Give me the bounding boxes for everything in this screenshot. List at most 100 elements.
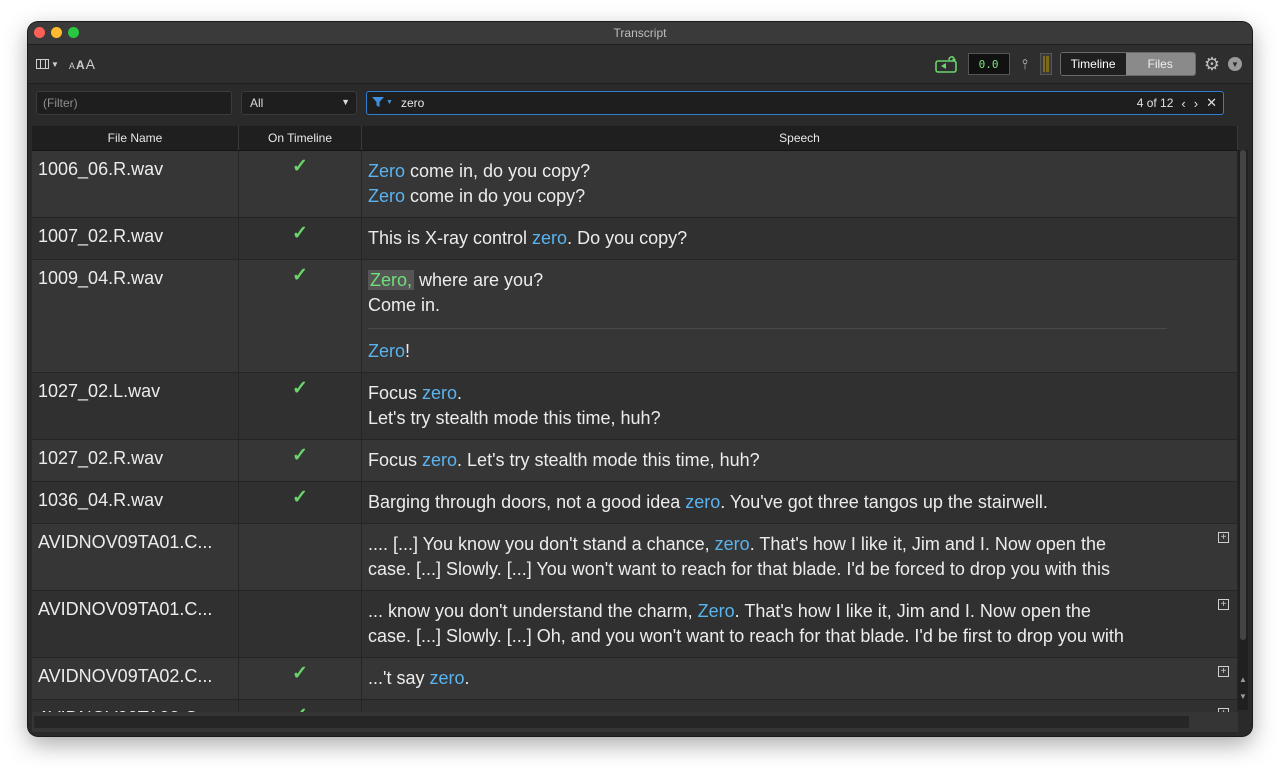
filter-bar: (Filter) All ▼ ▼ zero 4 of 12 ‹ › ✕	[28, 84, 1252, 124]
speech-text: . That's how I like it, Jim and I. Now o…	[749, 534, 1106, 554]
speech-cell[interactable]: .... [...] You know you don't stand a ch…	[362, 524, 1238, 590]
segment-divider	[368, 328, 1167, 329]
file-name-cell[interactable]: 1027_02.L.wav	[32, 373, 239, 439]
table-row[interactable]: 1009_04.R.wav ✓ Zero, where are you? Come i…	[32, 260, 1238, 373]
meter-icon	[1039, 53, 1052, 75]
level-readout[interactable]: 0.0	[967, 53, 1010, 75]
menu-icon[interactable]: ▼	[1228, 57, 1242, 71]
speech-text: !	[405, 341, 411, 361]
clear-search-icon[interactable]: ✕	[1206, 95, 1217, 111]
checkmark-icon: ✓	[292, 445, 308, 466]
expand-icon[interactable]: +	[1218, 666, 1229, 677]
file-name-cell[interactable]: 1036_04.R.wav	[32, 482, 239, 523]
speech-cell[interactable]: ... know you don't understand the charm,…	[362, 591, 1238, 657]
search-filter-menu[interactable]: ▼	[371, 95, 393, 109]
speech-text: come in do you copy?	[405, 186, 586, 206]
speech-cell[interactable]: Zero come in, do you copy? Zero come in d…	[362, 151, 1238, 217]
on-timeline-cell: ✓	[239, 440, 362, 481]
file-name-cell[interactable]: AVIDNOV09TA01.C...	[32, 591, 239, 657]
speech-text: .	[457, 383, 463, 403]
speech-line: Let's try stealth mode this time, huh?	[368, 406, 1177, 431]
scroll-up-icon[interactable]: ▲	[1238, 675, 1248, 689]
minimize-button[interactable]	[51, 27, 62, 38]
file-name-cell[interactable]: 1009_04.R.wav	[32, 260, 239, 372]
table-row[interactable]: 1027_02.L.wav ✓ Focus zero. Let's try steal…	[32, 373, 1238, 440]
speech-cell[interactable]: ... know you don't stand a chance, zero.…	[362, 700, 1238, 712]
search-input[interactable]: zero	[401, 96, 424, 110]
speech-text: Let's try stealth mode this time, huh?	[368, 408, 661, 428]
file-name-cell[interactable]: 1007_02.R.wav	[32, 218, 239, 259]
table-row[interactable]: 1027_02.R.wav ✓ Focus zero. Let's try stea…	[32, 440, 1238, 482]
search-match: Zero	[368, 186, 406, 206]
speech-line: Barging through doors, not a good idea z…	[368, 490, 1177, 515]
speech-text: ... know you don't understand the charm,	[368, 601, 698, 621]
speech-cell[interactable]: ...'t say zero. +	[362, 658, 1238, 699]
speech-text: where are you?	[414, 270, 544, 290]
speech-line: Come in.	[368, 293, 1177, 318]
next-match-icon[interactable]: ›	[1194, 96, 1198, 111]
speech-cell[interactable]: This is X-ray control zero. Do you copy?	[362, 218, 1238, 259]
file-name-cell[interactable]: AVIDNOV09TA02.C...	[32, 658, 239, 699]
expand-icon[interactable]: +	[1218, 599, 1229, 610]
text-size-control[interactable]: A A A	[69, 56, 95, 72]
speech-cell[interactable]: Focus zero. Let's try stealth mode this t…	[362, 373, 1238, 439]
close-button[interactable]	[34, 27, 45, 38]
columns-menu-button[interactable]: ▼	[36, 59, 59, 69]
scope-select[interactable]: All ▼	[241, 91, 357, 115]
timeline-tab[interactable]: Timeline	[1060, 53, 1126, 75]
speech-cell[interactable]: Zero, where are you? Come in. Zero!	[362, 260, 1238, 372]
window-title: Transcript	[613, 26, 667, 40]
speech-line: This is X-ray control zero. Do you copy?	[368, 226, 1177, 251]
table-row[interactable]: 1036_04.R.wav ✓ Barging through doors, not…	[32, 482, 1238, 524]
previous-match-icon[interactable]: ‹	[1181, 96, 1185, 111]
on-timeline-cell	[239, 591, 362, 657]
column-header-speech[interactable]: Speech	[362, 126, 1238, 150]
filter-input[interactable]: (Filter)	[36, 91, 232, 115]
vertical-scrollbar[interactable]: ▲ ▼	[1238, 150, 1248, 710]
on-timeline-cell: ✓	[239, 218, 362, 259]
search-match: Zero	[368, 161, 406, 181]
current-search-match: Zero,	[368, 270, 415, 290]
table-row[interactable]: AVIDNOV09TA01.C... .... [...] You know yo…	[32, 524, 1238, 591]
file-name-cell[interactable]: AVIDNOV09TA01.C...	[32, 524, 239, 590]
scope-select-value: All	[250, 96, 264, 110]
speech-cell[interactable]: Focus zero. Let's try stealth mode this …	[362, 440, 1238, 481]
fork-icon[interactable]: ⫯	[1018, 53, 1032, 75]
vertical-scroll-thumb[interactable]	[1240, 150, 1246, 640]
table-row[interactable]: AVIDNOV09TA02.C... ✓ ...'t say zero. +	[32, 658, 1238, 700]
speech-line: .... [...] You know you don't stand a ch…	[368, 532, 1177, 557]
transcript-window: Transcript ▼ A A A 0.0 ⫯ Timeline Files …	[28, 22, 1252, 736]
text-size-small[interactable]: A	[69, 61, 75, 71]
send-to-timeline-button[interactable]	[934, 53, 960, 75]
send-to-timeline-icon	[934, 56, 957, 73]
file-name-cell[interactable]: 1006_06.R.wav	[32, 151, 239, 217]
scroll-down-icon[interactable]: ▼	[1238, 692, 1248, 706]
gear-icon[interactable]: ⚙	[1204, 54, 1220, 75]
speech-cell[interactable]: Barging through doors, not a good idea z…	[362, 482, 1238, 523]
chevron-down-icon: ▼	[51, 59, 59, 69]
speech-line: Focus zero. Let's try stealth mode this …	[368, 448, 1177, 473]
horizontal-scrollbar[interactable]	[32, 712, 1238, 732]
transcript-table: File Name On Timeline Speech 1006_06.R.w…	[32, 126, 1238, 712]
file-name-cell[interactable]: 1027_02.R.wav	[32, 440, 239, 481]
column-header-file-name[interactable]: File Name	[32, 126, 239, 150]
speech-text: Come in.	[368, 295, 441, 315]
horizontal-scroll-thumb[interactable]	[34, 716, 1189, 728]
table-row[interactable]: 1007_02.R.wav ✓ This is X-ray control zero…	[32, 218, 1238, 260]
chevron-down-icon: ▼	[386, 98, 393, 106]
table-row[interactable]: AVIDNOV09TA02.C... ✓ ... know you don't st…	[32, 700, 1238, 712]
text-size-medium[interactable]: A	[76, 58, 85, 72]
search-match: zero	[714, 534, 750, 554]
table-row[interactable]: AVIDNOV09TA01.C... ... know you don't und…	[32, 591, 1238, 658]
checkmark-icon: ✓	[292, 487, 308, 508]
search-match: zero	[532, 228, 568, 248]
search-field[interactable]: ▼ zero 4 of 12 ‹ › ✕	[366, 91, 1224, 115]
search-match: Zero	[368, 341, 406, 361]
table-row[interactable]: 1006_06.R.wav ✓ Zero come in, do you copy?…	[32, 151, 1238, 218]
file-name-cell[interactable]: AVIDNOV09TA02.C...	[32, 700, 239, 712]
column-header-on-timeline[interactable]: On Timeline	[239, 126, 362, 150]
files-tab[interactable]: Files	[1125, 53, 1195, 75]
text-size-large[interactable]: A	[86, 56, 95, 72]
expand-icon[interactable]: +	[1218, 532, 1229, 543]
zoom-button[interactable]	[68, 27, 79, 38]
